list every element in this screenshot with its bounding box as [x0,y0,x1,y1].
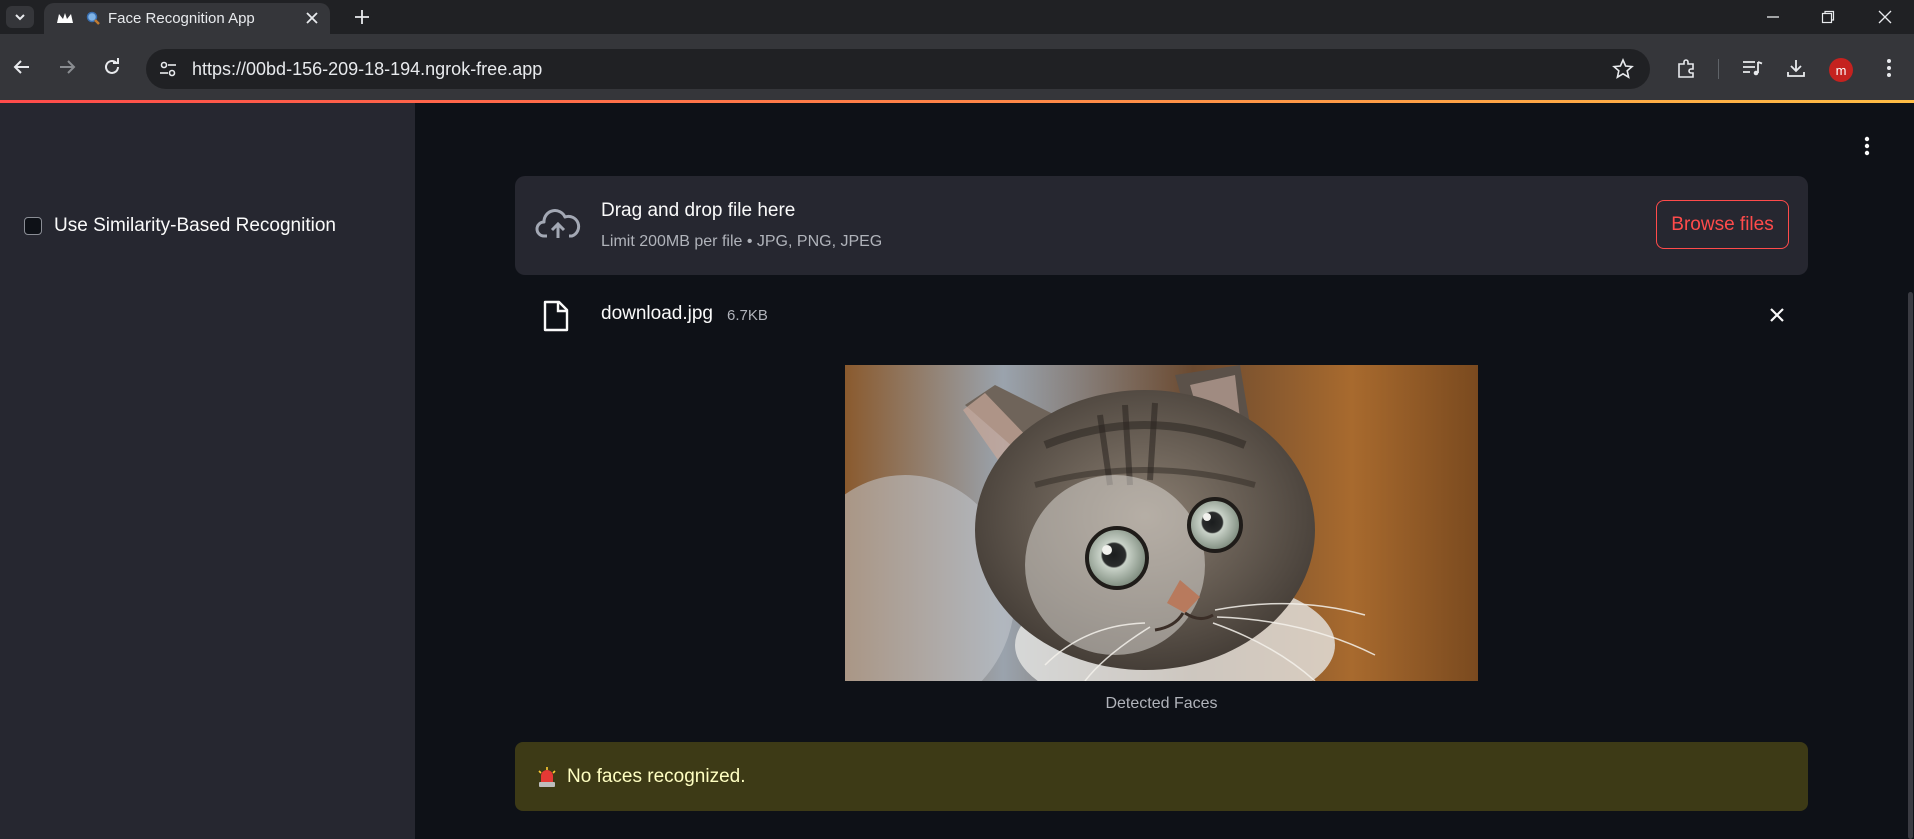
streamlit-crown-icon [57,13,73,23]
magnifier-emoji-icon [86,11,100,25]
remove-file-icon[interactable] [1768,306,1786,324]
minimize-icon [1767,16,1779,18]
dropzone-limit: Limit 200MB per file • JPG, PNG, JPEG [601,233,883,250]
close-icon [1878,10,1892,24]
cloud-upload-icon [535,209,581,238]
playlist-music-icon [1743,61,1763,76]
window-close-button[interactable] [1874,6,1896,28]
detected-faces-image [845,365,1478,681]
new-tab-icon[interactable] [352,7,372,27]
reload-icon [105,58,119,74]
checkbox-label[interactable]: Use Similarity-Based Recognition [54,215,336,237]
restore-icon [1821,10,1835,24]
arrow-left-icon [13,60,29,74]
browser-toolbar: https://00bd-156-209-18-194.ngrok-free.a… [0,34,1914,100]
active-tab[interactable]: Face Recognition App [44,3,330,34]
chevron-down-icon [15,14,25,21]
app-menu-icon[interactable] [1860,134,1874,158]
warning-alert: No faces recognized. [515,742,1808,811]
extensions-button[interactable] [1675,56,1699,80]
bookmark-star-icon[interactable] [1612,58,1634,80]
media-controls-button[interactable] [1740,56,1764,80]
tab-title: Face Recognition App [108,10,255,27]
address-bar[interactable]: https://00bd-156-209-18-194.ngrok-free.a… [146,49,1650,89]
site-settings-icon[interactable] [156,57,180,81]
uploaded-file-row: download.jpg 6.7KB [515,293,1808,337]
restore-button[interactable] [1817,6,1839,28]
kitten-photo [845,365,1478,681]
browse-files-button[interactable]: Browse files [1656,200,1789,249]
file-dropzone[interactable]: Drag and drop file here Limit 200MB per … [515,176,1808,275]
profile-avatar[interactable]: m [1829,58,1853,82]
rotating-light-icon [538,767,556,787]
browser-menu-button[interactable] [1877,56,1901,80]
kebab-menu-icon [1887,59,1891,77]
back-button[interactable] [9,54,35,80]
file-size: 6.7KB [727,307,768,324]
browser-tab-strip: Face Recognition App [0,0,1914,34]
similarity-checkbox[interactable]: Use Similarity-Based Recognition [24,215,336,237]
file-icon [543,300,569,332]
url-text[interactable]: https://00bd-156-209-18-194.ngrok-free.a… [192,59,542,80]
download-icon [1787,60,1805,77]
arrow-right-icon [60,60,76,74]
minimize-button[interactable] [1762,6,1784,28]
downloads-button[interactable] [1784,56,1808,80]
file-name: download.jpg [601,303,713,324]
dropzone-title: Drag and drop file here [601,200,796,221]
sidebar: Use Similarity-Based Recognition [0,103,415,839]
scrollbar[interactable] [1908,292,1913,839]
puzzle-icon [1678,59,1694,78]
tab-close-icon[interactable] [304,10,320,26]
warning-text: No faces recognized. [567,766,746,787]
image-caption: Detected Faces [1105,695,1218,712]
toolbar-divider [1718,59,1719,79]
tab-search-button[interactable] [6,6,34,28]
checkbox-box[interactable] [24,217,42,235]
reload-button[interactable] [99,54,125,80]
forward-button[interactable] [54,54,80,80]
